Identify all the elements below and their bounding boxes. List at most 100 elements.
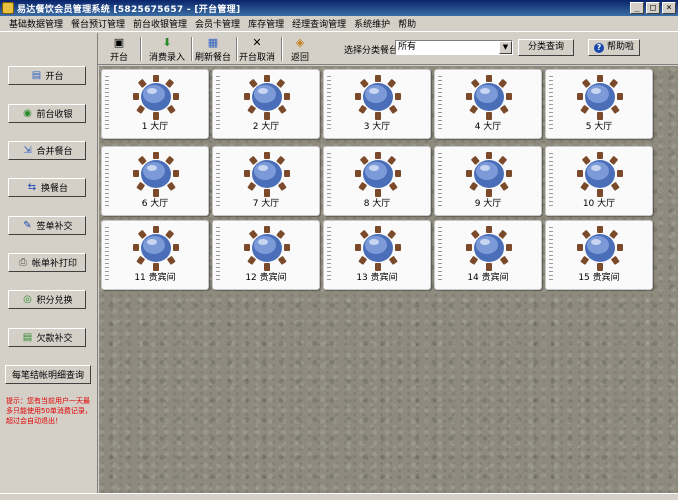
round-table-icon	[244, 152, 290, 197]
sidebar-reprint-bill-button[interactable]: ⎙ 帐单补打印	[8, 253, 86, 272]
toolbar: ▣ 开台 ⬇ 消费录入 ▦ 刷新餐台 ✕ 开台取消 ◈ 返回 选择分类餐台 所有…	[98, 33, 678, 65]
sidebar: ▤ 开台 ◉ 前台收银 ⇲ 合并餐台 ⇆ 换餐台 ✎ 签单补交 ⎙ 帐单补打印 …	[0, 33, 98, 493]
category-filter-select[interactable]: 所有 ▼	[395, 40, 513, 55]
open-table-icon: ▤	[31, 69, 42, 81]
menu-member-card[interactable]: 会员卡管理	[192, 17, 245, 30]
toolbar-cancel-open-button[interactable]: ✕ 开台取消	[239, 35, 275, 63]
table-card[interactable]: 5 大厅	[545, 69, 653, 139]
refresh-icon: ▦	[207, 36, 219, 49]
table-name: 14 贵宾间	[467, 273, 509, 283]
table-card[interactable]: 10 大厅	[545, 146, 653, 216]
sidebar-cashier-button[interactable]: ◉ 前台收银	[8, 104, 86, 123]
table-card[interactable]: 11 贵宾间	[101, 220, 209, 290]
printer-icon: ⎙	[18, 256, 27, 268]
table-card[interactable]: 7 大厅	[212, 146, 320, 216]
table-card[interactable]: 2 大厅	[212, 69, 320, 139]
sidebar-bill-detail-query-button[interactable]: 每笔结帐明细查询	[5, 365, 91, 384]
help-button-label: 帮助啦	[606, 42, 634, 52]
menu-inventory[interactable]: 库存管理	[245, 17, 289, 30]
table-name: 2 大厅	[252, 122, 280, 132]
title-bar: 易达餐饮会员管理系统 [5825675657 - [开台管理] _ □ ×	[0, 0, 678, 16]
table-name: 3 大厅	[363, 122, 391, 132]
table-card[interactable]: 3 大厅	[323, 69, 431, 139]
table-card[interactable]: 9 大厅	[434, 146, 542, 216]
menu-bar: 基础数据管理 餐台预订管理 前台收银管理 会员卡管理 库存管理 经理查询管理 系…	[0, 16, 678, 32]
open-table-icon: ▣	[113, 36, 125, 49]
sidebar-change-table-button[interactable]: ⇆ 换餐台	[8, 178, 86, 197]
menu-basic-data[interactable]: 基础数据管理	[6, 17, 68, 30]
round-table-icon	[244, 226, 290, 271]
sidebar-sign-bill-button[interactable]: ✎ 签单补交	[8, 216, 86, 235]
help-icon: ?	[593, 42, 604, 53]
table-card[interactable]: 8 大厅	[323, 146, 431, 216]
toolbar-consume-entry-button[interactable]: ⬇ 消费录入	[148, 35, 186, 63]
toolbar-open-table-button[interactable]: ▣ 开台	[106, 35, 132, 63]
round-table-icon	[355, 152, 401, 197]
table-card[interactable]: 14 贵宾间	[434, 220, 542, 290]
app-icon	[2, 2, 14, 14]
round-table-icon	[133, 226, 179, 271]
round-table-icon	[466, 226, 512, 271]
sidebar-debt-payment-button[interactable]: ▤ 欠款补交	[8, 328, 86, 347]
points-icon: ◎	[23, 293, 32, 305]
round-table-icon	[577, 226, 623, 271]
help-button[interactable]: ? 帮助啦	[588, 39, 640, 56]
round-table-icon	[577, 75, 623, 120]
round-table-icon	[577, 152, 623, 197]
table-card[interactable]: 12 贵宾间	[212, 220, 320, 290]
category-filter-label: 选择分类餐台	[344, 46, 399, 56]
table-name: 10 大厅	[582, 199, 616, 209]
table-card[interactable]: 15 贵宾间	[545, 220, 653, 290]
sidebar-points-exchange-button[interactable]: ◎ 积分兑换	[8, 290, 86, 309]
toolbar-refresh-button[interactable]: ▦ 刷新餐台	[195, 35, 231, 63]
table-name: 11 贵宾间	[134, 273, 176, 283]
table-name: 13 贵宾间	[356, 273, 398, 283]
download-icon: ⬇	[162, 36, 172, 49]
toolbar-return-button[interactable]: ◈ 返回	[288, 35, 312, 63]
usage-note: 提示：您有当前用户一天最多只能使用50单消费记录，超过会自动退出！	[6, 397, 92, 425]
round-table-icon	[355, 75, 401, 120]
menu-system[interactable]: 系统维护	[351, 17, 395, 30]
round-table-icon	[355, 226, 401, 271]
table-name: 1 大厅	[141, 122, 169, 132]
table-card[interactable]: 13 贵宾间	[323, 220, 431, 290]
table-name: 8 大厅	[363, 199, 391, 209]
table-name: 9 大厅	[474, 199, 502, 209]
close-icon: ✕	[252, 36, 262, 49]
round-table-icon	[133, 75, 179, 120]
menu-cashier[interactable]: 前台收银管理	[130, 17, 192, 30]
round-table-icon	[244, 75, 290, 120]
table-name: 12 贵宾间	[245, 273, 287, 283]
menu-help[interactable]: 帮助	[395, 17, 421, 30]
round-table-icon	[466, 75, 512, 120]
table-card[interactable]: 1 大厅	[101, 69, 209, 139]
window-title: 易达餐饮会员管理系统 [5825675657 - [开台管理]	[17, 4, 241, 15]
table-name: 5 大厅	[585, 122, 613, 132]
sign-icon: ✎	[23, 219, 32, 231]
table-grid: 1 大厅 2 大厅 3 大厅 4 大厅 5 大厅 6 大厅 7 大厅 8 大厅 …	[99, 66, 678, 493]
category-query-button[interactable]: 分类查询	[518, 39, 574, 56]
toolbar-separator	[236, 37, 238, 61]
chevron-down-icon[interactable]: ▼	[499, 41, 512, 54]
table-card[interactable]: 4 大厅	[434, 69, 542, 139]
round-table-icon	[133, 152, 179, 197]
menu-reservation[interactable]: 餐台预订管理	[68, 17, 130, 30]
merge-icon: ⇲	[23, 144, 32, 156]
round-table-icon	[466, 152, 512, 197]
debt-icon: ▤	[22, 331, 33, 343]
menu-manager-query[interactable]: 经理查询管理	[289, 17, 351, 30]
sidebar-merge-table-button[interactable]: ⇲ 合并餐台	[8, 141, 86, 160]
table-name: 6 大厅	[141, 199, 169, 209]
swap-icon: ⇆	[27, 181, 37, 193]
minimize-button[interactable]: _	[630, 2, 644, 14]
table-name: 15 贵宾间	[578, 273, 620, 283]
maximize-button[interactable]: □	[646, 2, 660, 14]
table-card[interactable]: 6 大厅	[101, 146, 209, 216]
category-filter-value: 所有	[398, 42, 417, 52]
toolbar-separator	[281, 37, 283, 61]
sidebar-open-table-button[interactable]: ▤ 开台	[8, 66, 86, 85]
toolbar-separator	[191, 37, 193, 61]
toolbar-separator	[140, 37, 142, 61]
close-button[interactable]: ×	[662, 2, 676, 14]
return-icon: ◈	[295, 36, 305, 49]
